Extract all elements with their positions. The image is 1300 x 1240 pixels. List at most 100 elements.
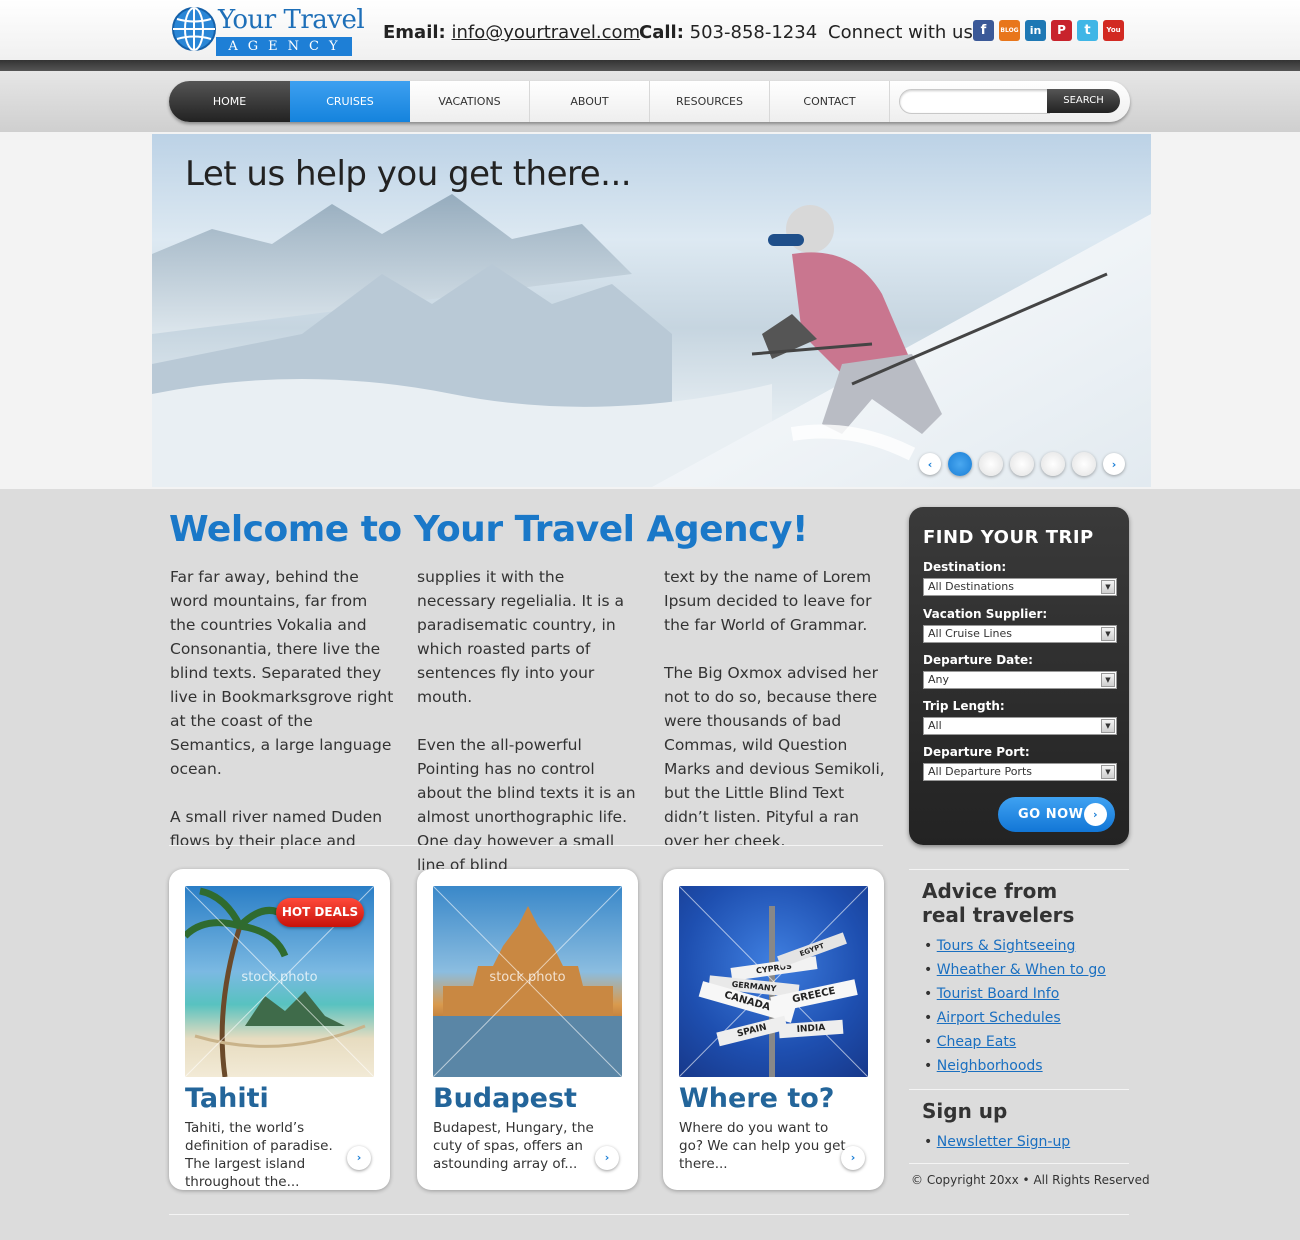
trip-length-value: All bbox=[928, 719, 942, 732]
connect-label: Connect with us: bbox=[828, 22, 979, 43]
card-text: Where do you want to go? We can help you… bbox=[679, 1120, 846, 1172]
newsletter-signup-link[interactable]: Newsletter Sign-up bbox=[937, 1134, 1070, 1150]
welcome-column-1: Far far away, behind the word mountains,… bbox=[170, 565, 395, 877]
destination-value: All Destinations bbox=[928, 580, 1014, 593]
chevron-down-icon: ▼ bbox=[1101, 765, 1115, 779]
globe-icon bbox=[172, 7, 216, 51]
supplier-select[interactable]: All Cruise Lines ▼ bbox=[923, 625, 1117, 643]
card-text: Budapest, Hungary, the cuty of spas, off… bbox=[433, 1120, 594, 1172]
slider-controls: ‹ › bbox=[919, 452, 1125, 476]
slider-dot-2[interactable] bbox=[979, 452, 1003, 476]
advice-heading: Advice from real travelers bbox=[922, 879, 1074, 927]
paragraph: Even the all-powerful Pointing has no co… bbox=[417, 736, 636, 874]
signup-links: Newsletter Sign-up bbox=[924, 1130, 1070, 1154]
card-budapest[interactable]: stock photo Budapest Budapest, Hungary, … bbox=[417, 869, 638, 1190]
slider-dot-5[interactable] bbox=[1072, 452, 1096, 476]
paragraph: The Big Oxmox advised her not to do so, … bbox=[664, 664, 885, 850]
tahiti-image: stock photo HOT DEALS bbox=[185, 886, 374, 1077]
destination-label: Destination: bbox=[923, 560, 1007, 574]
departure-date-value: Any bbox=[928, 673, 950, 686]
nav-home[interactable]: HOME bbox=[169, 81, 290, 122]
go-now-label: GO NOW bbox=[1018, 807, 1084, 822]
destination-select[interactable]: All Destinations ▼ bbox=[923, 578, 1117, 596]
departure-port-select[interactable]: All Departure Ports ▼ bbox=[923, 763, 1117, 781]
supplier-label: Vacation Supplier: bbox=[923, 607, 1048, 621]
phone-contact: Call: 503-858-1234 bbox=[639, 22, 817, 43]
welcome-heading: Welcome to Your Travel Agency! bbox=[169, 509, 808, 550]
logo[interactable]: Your Travel AGENCY bbox=[170, 5, 365, 56]
list-item: Wheather & When to go bbox=[924, 958, 1106, 982]
list-item: Cheap Eats bbox=[924, 1030, 1106, 1054]
slider-next-button[interactable]: › bbox=[1103, 453, 1125, 475]
nav-resources[interactable]: RESOURCES bbox=[650, 81, 770, 122]
weather-link[interactable]: Wheather & When to go bbox=[937, 962, 1106, 978]
card-arrow-button[interactable]: › bbox=[595, 1146, 619, 1170]
pinterest-icon[interactable]: P bbox=[1051, 20, 1072, 41]
advice-heading-line-1: Advice from bbox=[922, 879, 1058, 903]
nav-about[interactable]: ABOUT bbox=[530, 81, 650, 122]
card-arrow-button[interactable]: › bbox=[347, 1146, 371, 1170]
find-trip-panel: FIND YOUR TRIP Destination: All Destinat… bbox=[909, 507, 1129, 845]
nav-cruises[interactable]: CRUISES bbox=[290, 81, 410, 122]
watermark-text: stock photo bbox=[241, 970, 318, 985]
logo-subtext: AGENCY bbox=[216, 37, 352, 56]
tours-sightseeing-link[interactable]: Tours & Sightseeing bbox=[937, 938, 1076, 954]
chevron-right-icon: › bbox=[1084, 803, 1107, 826]
header-divider bbox=[0, 60, 1300, 71]
logo-text: Your Travel bbox=[218, 5, 365, 35]
watermark-text: stock photo bbox=[489, 970, 566, 985]
copyright-text: © Copyright 20xx • All Rights Reserved bbox=[911, 1173, 1150, 1187]
go-now-button[interactable]: GO NOW › bbox=[998, 797, 1115, 832]
welcome-column-3: text by the name of Lorem Ipsum decided … bbox=[664, 565, 889, 877]
cheap-eats-link[interactable]: Cheap Eats bbox=[937, 1034, 1016, 1050]
blog-icon[interactable]: BLOG bbox=[999, 20, 1020, 41]
signpost-image: CYPRUS GERMANY CANADA GREECE SPAIN INDIA… bbox=[679, 886, 868, 1077]
slider-prev-button[interactable]: ‹ bbox=[919, 453, 941, 475]
departure-port-label: Departure Port: bbox=[923, 745, 1030, 759]
slider-dot-3[interactable] bbox=[1010, 452, 1034, 476]
divider bbox=[169, 845, 883, 846]
footer-divider bbox=[169, 1214, 1129, 1215]
search-input[interactable] bbox=[899, 89, 1050, 114]
email-link[interactable]: info@yourtravel.com bbox=[451, 22, 640, 43]
nav-contact[interactable]: CONTACT bbox=[770, 81, 890, 122]
departure-port-value: All Departure Ports bbox=[928, 765, 1032, 778]
nav-vacations[interactable]: VACATIONS bbox=[410, 81, 530, 122]
social-links: f BLOG in P t You bbox=[973, 20, 1124, 41]
chevron-down-icon: ▼ bbox=[1101, 719, 1115, 733]
advice-heading-line-2: real travelers bbox=[922, 903, 1075, 927]
trip-length-label: Trip Length: bbox=[923, 699, 1005, 713]
chevron-down-icon: ▼ bbox=[1101, 673, 1115, 687]
signup-heading: Sign up bbox=[922, 1099, 1008, 1123]
paragraph: Far far away, behind the word mountains,… bbox=[170, 568, 394, 778]
card-where-to[interactable]: CYPRUS GERMANY CANADA GREECE SPAIN INDIA… bbox=[663, 869, 884, 1190]
search-button[interactable]: SEARCH bbox=[1047, 89, 1120, 113]
youtube-icon[interactable]: You bbox=[1103, 20, 1124, 41]
phone-number: 503-858-1234 bbox=[689, 22, 818, 43]
twitter-icon[interactable]: t bbox=[1077, 20, 1098, 41]
slider-dot-4[interactable] bbox=[1041, 452, 1065, 476]
list-item: Newsletter Sign-up bbox=[924, 1130, 1070, 1154]
supplier-value: All Cruise Lines bbox=[928, 627, 1013, 640]
tourist-board-link[interactable]: Tourist Board Info bbox=[937, 986, 1060, 1002]
linkedin-icon[interactable]: in bbox=[1025, 20, 1046, 41]
trip-length-select[interactable]: All ▼ bbox=[923, 717, 1117, 735]
hero-slider: Let us help you get there... ‹ › bbox=[152, 134, 1151, 487]
sidebar-divider bbox=[909, 1163, 1129, 1164]
chevron-down-icon: ▼ bbox=[1101, 580, 1115, 594]
list-item: Airport Schedules bbox=[924, 1006, 1106, 1030]
neighborhoods-link[interactable]: Neighborhoods bbox=[937, 1058, 1043, 1074]
airport-schedules-link[interactable]: Airport Schedules bbox=[937, 1010, 1061, 1026]
card-arrow-button[interactable]: › bbox=[841, 1146, 865, 1170]
paragraph: supplies it with the necessary regeliali… bbox=[417, 568, 624, 706]
departure-date-select[interactable]: Any ▼ bbox=[923, 671, 1117, 689]
hot-deals-badge: HOT DEALS bbox=[276, 898, 364, 927]
list-item: Neighborhoods bbox=[924, 1054, 1106, 1078]
hero-title: Let us help you get there... bbox=[185, 154, 632, 194]
facebook-icon[interactable]: f bbox=[973, 20, 994, 41]
card-tahiti[interactable]: stock photo HOT DEALS Tahiti Tahiti, the… bbox=[169, 869, 390, 1190]
card-text: Tahiti, the world’s definition of paradi… bbox=[185, 1120, 333, 1190]
chevron-down-icon: ▼ bbox=[1101, 627, 1115, 641]
slider-dot-1[interactable] bbox=[948, 452, 972, 476]
card-title: Where to? bbox=[679, 1083, 835, 1114]
